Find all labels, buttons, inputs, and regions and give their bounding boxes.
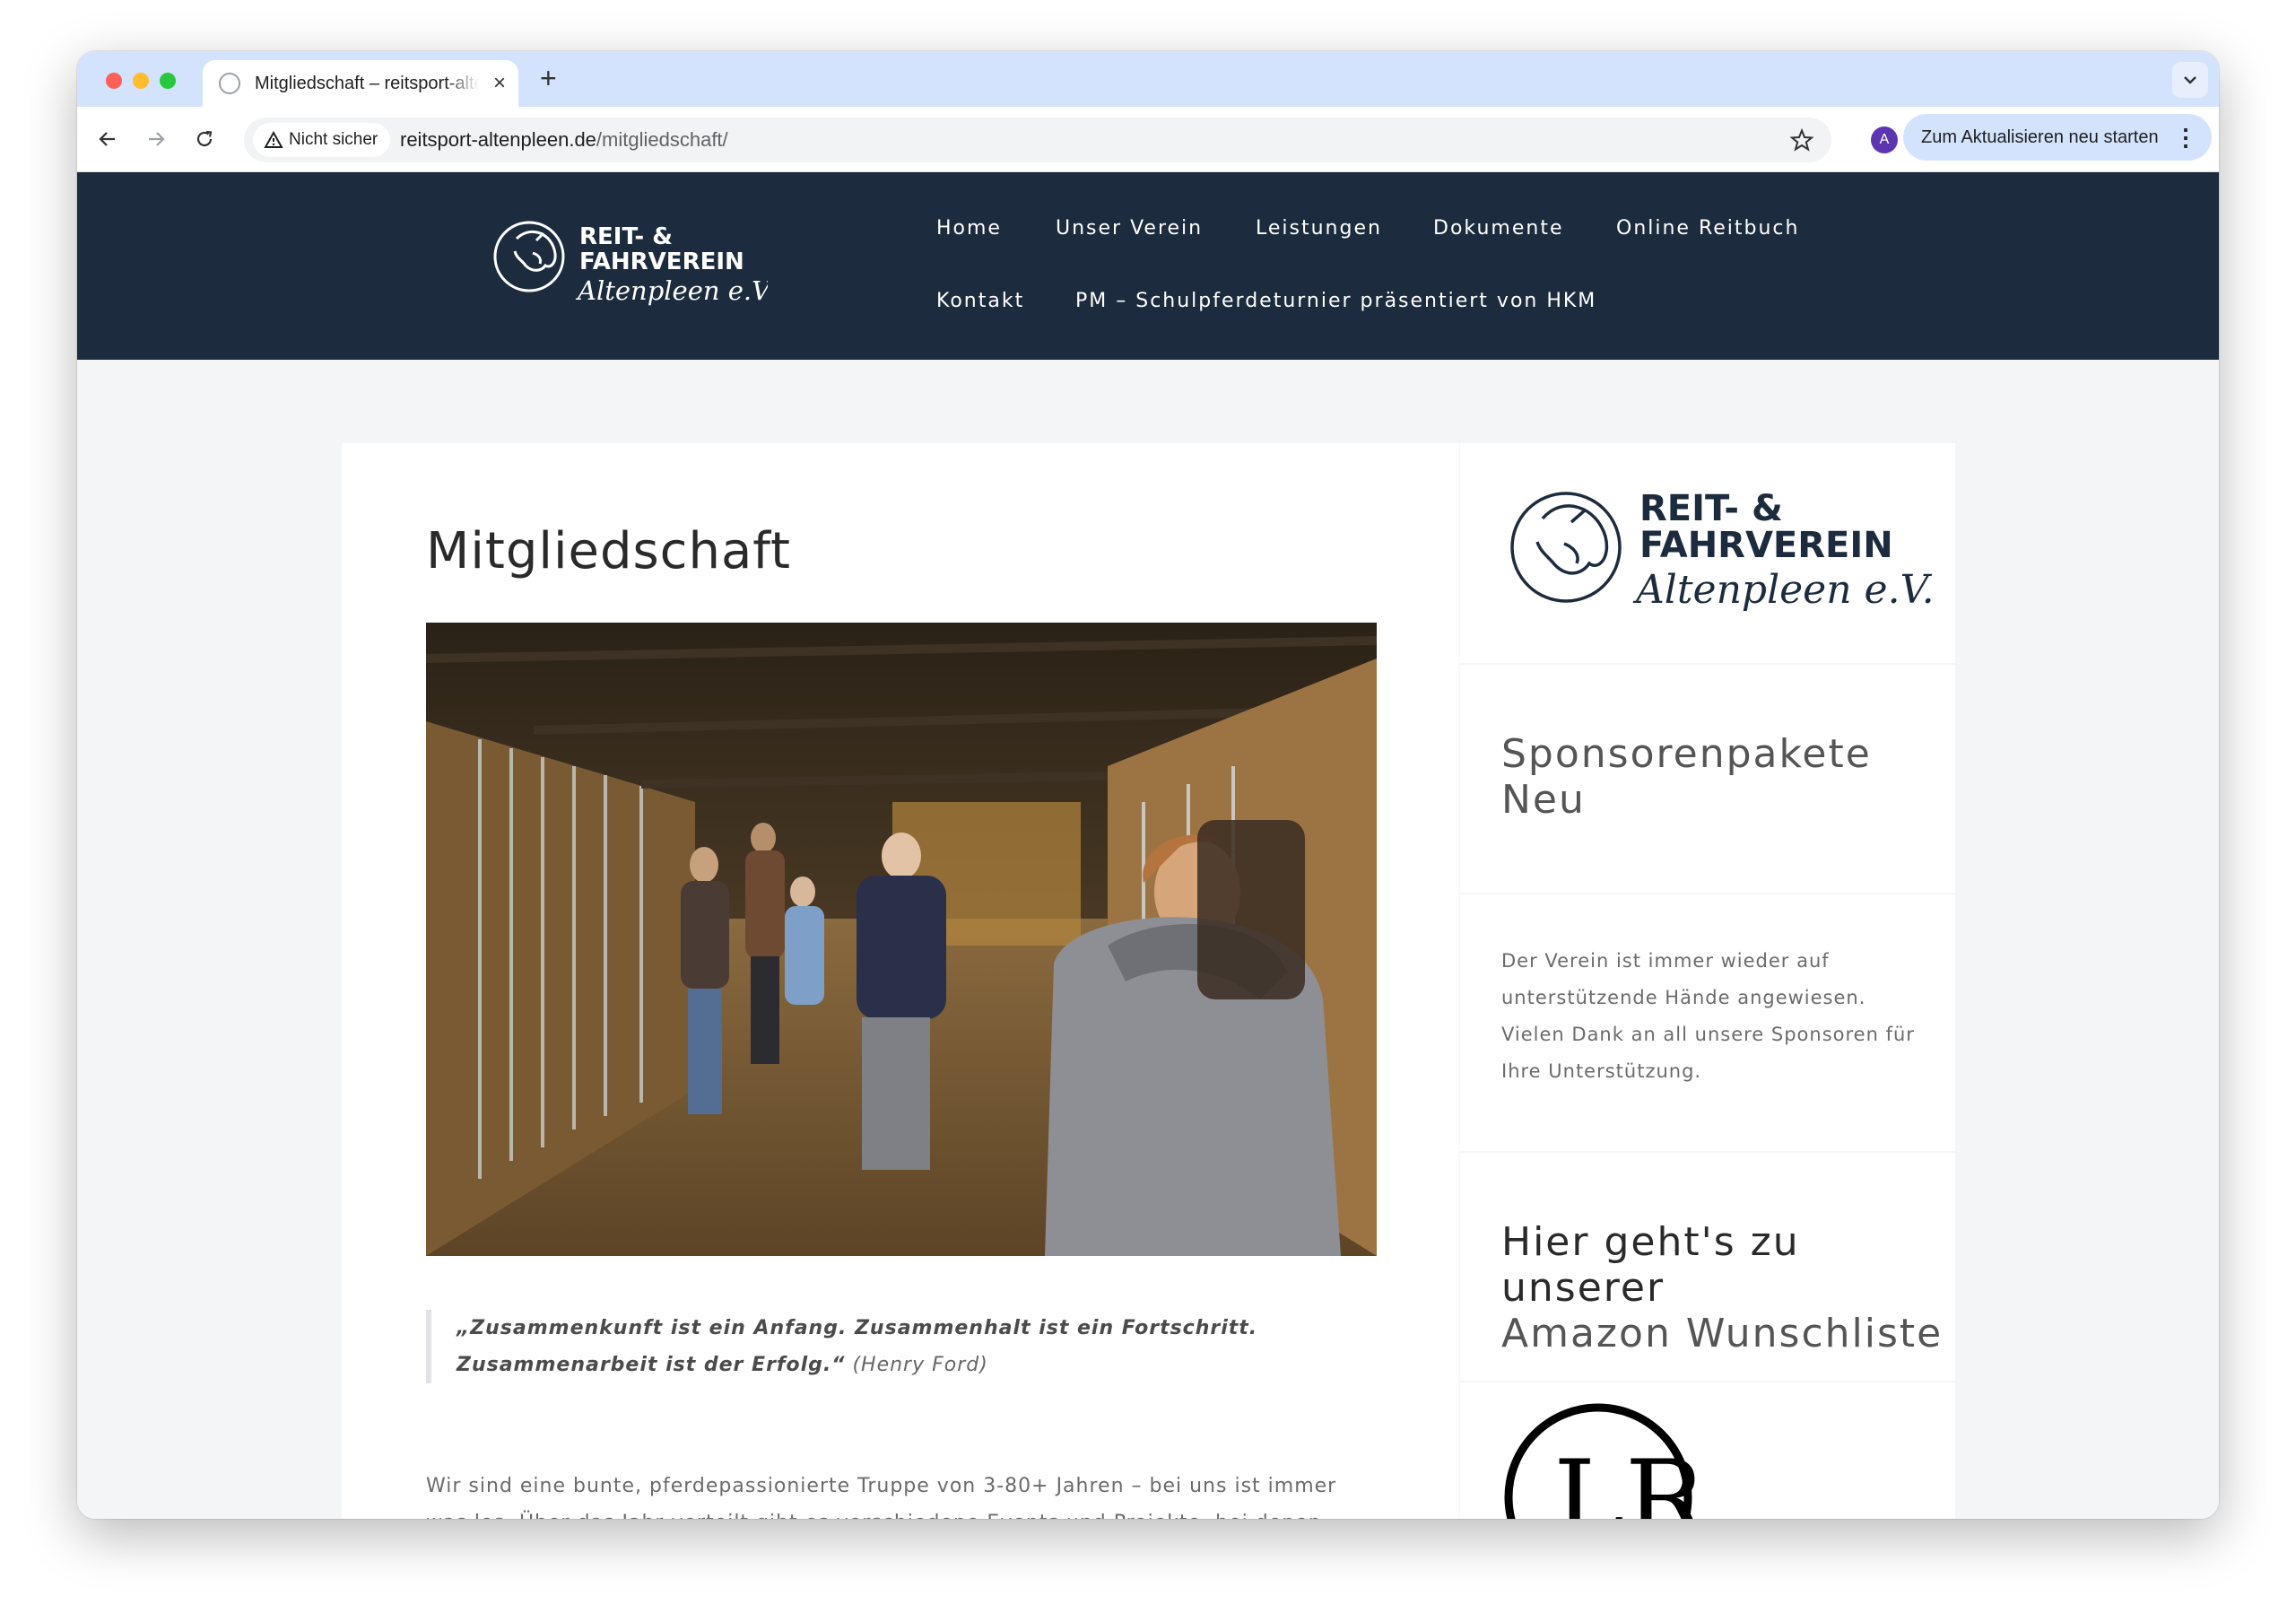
nav-unser-verein[interactable]: Unser Verein [1056,217,1203,240]
arrow-left-icon [99,132,115,146]
intro-paragraph: Wir sind eine bunte, pferdepassionierte … [426,1475,1337,1519]
lr-logo-text: LR [1553,1438,1709,1519]
tab-close-icon[interactable]: × [493,72,506,95]
quote-author: (Henry Ford) [852,1354,988,1376]
amazon-widget[interactable]: Hier geht's zu unserer Amazon Wunschlist… [1460,1153,1955,1381]
url-path: /mitgliedschaft/ [596,128,728,151]
bookmark-star-icon[interactable] [1789,127,1814,152]
favicon-icon [219,73,240,94]
logo-script: Altenpleen e.V. [575,275,768,306]
sidebar: REIT- & FAHRVEREIN Altenpleen e.V. Spons… [1460,443,1955,1519]
nav-kontakt[interactable]: Kontakt [936,290,1024,312]
logo-line2: FAHRVEREIN [579,249,744,275]
tab-search-button[interactable] [2172,62,2208,98]
sponsor-widget[interactable]: Sponsorenpakete Neu [1460,665,1955,893]
sponsor-text-widget: Der Verein ist immer wieder auf unterstü… [1460,894,1955,1151]
page-title: Mitgliedschaft [426,522,791,580]
sidebar-logo-script: Altenpleen e.V. [1632,567,1935,613]
page-viewport: REIT- & FAHRVEREIN Altenpleen e.V. Home … [77,172,2219,1519]
logo-line1: REIT- & [579,223,673,250]
address-bar[interactable]: Nicht sicher reitsport-altenpleen.de/mit… [244,118,1831,162]
sponsor-heading-line2: Neu [1501,777,1586,823]
reload-icon [196,130,213,147]
stable-photo [426,623,1377,1256]
amazon-heading-line1: Hier geht's zu unserer [1501,1219,1800,1311]
amazon-heading: Hier geht's zu unserer Amazon Wunschlist… [1501,1219,1955,1356]
url-host: reitsport-altenpleen.de [400,128,596,151]
forward-button[interactable] [140,123,172,155]
reload-button[interactable] [188,123,221,155]
site-logo[interactable]: REIT- & FAHRVEREIN Altenpleen e.V. [490,214,774,317]
quote-block: „Zusammenkunft ist ein Anfang. Zusammenh… [426,1310,1332,1383]
sponsor-heading-line1: Sponsorenpakete [1501,731,1872,777]
nav-home[interactable]: Home [936,217,1002,240]
amazon-heading-line2: Amazon Wunschliste [1501,1311,1944,1356]
browser-window: Mitgliedschaft – reitsport-altenpleen.de… [77,51,2219,1519]
tab-title: Mitgliedschaft – reitsport-altenpleen.de [255,74,479,93]
arrow-right-icon [149,132,165,146]
sidebar-logo-line2: FAHRVEREIN [1639,525,1893,566]
nav-dokumente[interactable]: Dokumente [1433,217,1563,240]
new-tab-button[interactable]: + [540,62,557,94]
security-indicator[interactable]: Nicht sicher [253,123,391,157]
back-button[interactable] [91,123,124,155]
more-menu-icon[interactable]: ⋮ [2174,114,2197,161]
nav-leistungen[interactable]: Leistungen [1256,217,1382,240]
profile-avatar[interactable]: A [1871,126,1898,153]
lr-sponsor-widget[interactable]: LR [1460,1382,1955,1519]
horse-head-icon [493,221,565,292]
update-label: Zum Aktualisieren neu starten [1921,127,2159,147]
sponsor-heading: Sponsorenpakete Neu [1501,731,1872,823]
security-label: Nicht sicher [289,130,378,149]
chevron-down-icon [2184,76,2196,84]
lr-logo: LR [1504,1403,1709,1519]
maximize-window-button[interactable] [160,73,176,89]
sidebar-logo-widget[interactable]: REIT- & FAHRVEREIN Altenpleen e.V. [1460,443,1955,663]
horse-head-icon [1510,492,1622,603]
site-header: REIT- & FAHRVEREIN Altenpleen e.V. Home … [77,172,2219,360]
tab-strip: Mitgliedschaft – reitsport-altenpleen.de… [77,51,2219,107]
nav-online-reitbuch[interactable]: Online Reitbuch [1616,217,1799,240]
close-window-button[interactable] [106,73,122,89]
update-relaunch-button[interactable]: Zum Aktualisieren neu starten ⋮ [1903,114,2212,161]
nav-schulpferdeturnier[interactable]: PM – Schulpferdeturnier präsentiert von … [1075,290,1596,312]
minimize-window-button[interactable] [133,73,149,89]
browser-toolbar: Nicht sicher reitsport-altenpleen.de/mit… [77,107,2219,172]
warning-icon [264,131,283,148]
sponsor-text: Der Verein ist immer wieder auf unterstü… [1501,950,1915,1082]
main-content: Mitgliedschaft „Zusammenkunft ist ein An… [342,443,1459,1519]
tab-mitgliedschaft[interactable]: Mitgliedschaft – reitsport-altenpleen.de… [203,60,518,107]
url-text[interactable]: reitsport-altenpleen.de/mitgliedschaft/ [400,118,728,162]
sidebar-logo-line1: REIT- & [1639,488,1783,529]
